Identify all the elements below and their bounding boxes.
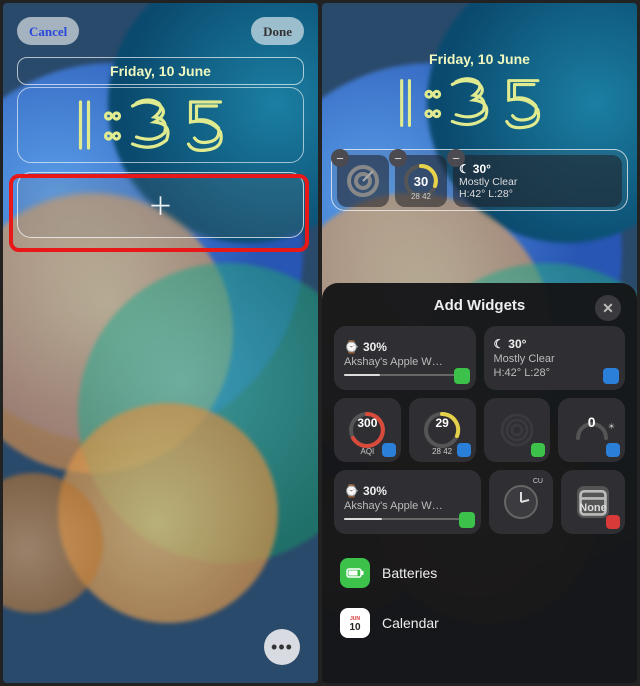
time-widget[interactable] [17,87,304,163]
widget-strip[interactable]: − − 30 28 42 − [331,149,628,211]
close-button[interactable]: ✕ [595,295,621,321]
calendar-app-badge-icon [606,515,620,529]
suggested-widget-calendar-none[interactable]: None [561,470,625,534]
weather-condition: Mostly Clear [459,176,517,188]
suggested-widget-uv[interactable]: 29 28 42 [409,398,476,462]
batteries-app-badge-icon [454,368,470,384]
remove-widget-button[interactable]: − [331,149,349,167]
svg-text:10: 10 [349,622,361,633]
time-display[interactable] [336,67,623,139]
widget-weather[interactable]: − ☾30° Mostly Clear H:42° L:28° [453,155,622,207]
date-label[interactable]: Friday, 10 June [336,51,623,67]
sun-icon: ☀ [608,422,615,431]
add-widgets-sheet: Add Widgets ✕ ⌚30% Akshay's Apple W… ☾30… [322,283,637,683]
temp-value: 30° [473,162,491,176]
watch-icon: ⌚ [344,340,359,354]
category-batteries[interactable]: Batteries [334,548,625,598]
weather-app-badge-icon [606,443,620,457]
weather-app-badge-icon [382,443,396,457]
category-label: Batteries [382,565,437,581]
suggested-widget-watch-battery-2[interactable]: ⌚30% Akshay's Apple W… [334,470,481,534]
watch-icon: ⌚ [344,484,359,498]
calendar-icon: JUN10 [340,608,370,638]
gauge-value: 30 [414,174,428,189]
suggested-widget-aqi[interactable]: 300 AQI [334,398,401,462]
annotation-highlight [9,174,309,252]
cancel-button[interactable]: Cancel [17,17,79,45]
weather-app-badge-icon [603,368,619,384]
category-label: Calendar [382,615,439,631]
right-screenshot: Friday, 10 June − [322,3,637,683]
time-display [18,88,303,162]
remove-widget-button[interactable]: − [447,149,465,167]
date-widget[interactable]: Friday, 10 June [17,57,304,85]
fitness-app-badge-icon [531,443,545,457]
suggested-widget-clock[interactable]: CU [489,470,553,534]
category-calendar[interactable]: JUN10 Calendar [334,598,625,648]
remove-widget-button[interactable]: − [389,149,407,167]
radar-icon [343,161,383,201]
done-button[interactable]: Done [251,17,304,45]
clock-icon [499,480,543,524]
suggested-widget-weather[interactable]: ☾30° Mostly Clear H:42° L:28° [484,326,626,390]
suggested-widget-sunrise[interactable]: 0 ☀ [558,398,625,462]
close-icon: ✕ [602,300,614,317]
widget-radar[interactable]: − [337,155,389,207]
suggested-widget-fitness[interactable] [484,398,551,462]
more-button[interactable]: ••• [264,629,300,665]
moon-icon: ☾ [494,337,505,351]
batteries-app-badge-icon [459,512,475,528]
weather-app-badge-icon [457,443,471,457]
batteries-icon [340,558,370,588]
widget-gauge[interactable]: − 30 28 42 [395,155,447,207]
weather-highlow: H:42° L:28° [459,188,513,200]
suggested-widget-watch-battery[interactable]: ⌚30% Akshay's Apple W… [334,326,476,390]
left-screenshot: Cancel Done Friday, 10 June [3,3,318,683]
ellipsis-icon: ••• [271,637,293,658]
sheet-title: Add Widgets [434,297,526,314]
